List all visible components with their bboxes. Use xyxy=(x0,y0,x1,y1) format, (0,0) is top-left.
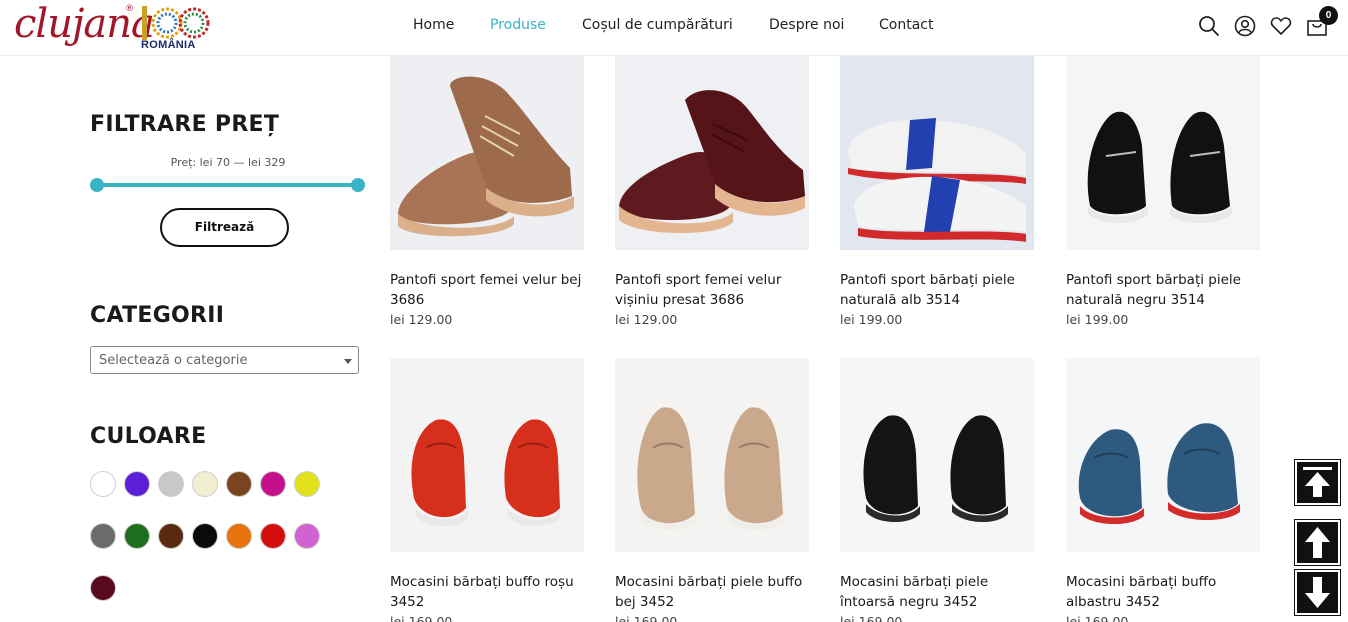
color-swatch[interactable] xyxy=(226,471,252,497)
product-name[interactable]: Mocasini bărbați piele întoarsă negru 34… xyxy=(840,572,1034,612)
arrow-down-icon xyxy=(1305,577,1330,608)
search-icon[interactable] xyxy=(1197,14,1221,38)
scroll-top-icon xyxy=(1303,467,1332,497)
product-card[interactable]: Mocasini bărbați piele întoarsă negru 34… xyxy=(840,358,1034,622)
color-swatch[interactable] xyxy=(260,523,286,549)
color-swatch[interactable] xyxy=(294,523,320,549)
color-swatch[interactable] xyxy=(124,471,150,497)
product-card[interactable]: Pantofi sport bărbați piele naturală neg… xyxy=(1066,56,1260,327)
nav-produse[interactable]: Produse xyxy=(490,17,546,33)
main-nav: Home Produse Coșul de cumpărături Despre… xyxy=(0,17,1348,37)
product-card[interactable]: Pantofi sport bărbați piele naturală alb… xyxy=(840,56,1034,327)
product-name[interactable]: Pantofi sport bărbați piele naturală alb… xyxy=(840,270,1034,310)
product-image[interactable] xyxy=(615,56,809,250)
categories-title: CATEGORII xyxy=(90,303,225,328)
product-image[interactable] xyxy=(840,358,1034,552)
dropdown-arrow-icon xyxy=(344,359,352,364)
price-slider-min-handle[interactable] xyxy=(90,178,104,192)
color-swatch[interactable] xyxy=(260,471,286,497)
price-filter-title: FILTRARE PREȚ xyxy=(90,112,280,137)
product-card[interactable]: Mocasini bărbați buffo roșu 3452 lei 169… xyxy=(390,358,584,622)
product-name[interactable]: Mocasini bărbați buffo roșu 3452 xyxy=(390,572,584,612)
color-swatch[interactable] xyxy=(90,575,116,601)
product-image[interactable] xyxy=(1066,358,1260,552)
price-range-label: Preț: lei 70 — lei 329 xyxy=(170,156,286,169)
product-image[interactable] xyxy=(1066,56,1260,250)
product-price: lei 169.00 xyxy=(390,614,453,622)
product-name[interactable]: Pantofi sport bărbați piele naturală neg… xyxy=(1066,270,1260,310)
product-name[interactable]: Mocasini bărbați buffo albastru 3452 xyxy=(1066,572,1260,612)
color-swatch[interactable] xyxy=(158,523,184,549)
color-filter-title: CULOARE xyxy=(90,424,207,449)
product-price: lei 169.00 xyxy=(1066,614,1129,622)
product-price: lei 199.00 xyxy=(1066,312,1129,327)
category-select-placeholder: Selectează o categorie xyxy=(99,353,248,368)
product-image[interactable] xyxy=(390,358,584,552)
product-price: lei 199.00 xyxy=(840,312,903,327)
site-header: clujana ® ROMÂNIA Home Produse Coșul de … xyxy=(0,0,1348,56)
color-swatch[interactable] xyxy=(90,471,116,497)
category-select[interactable]: Selectează o categorie xyxy=(90,346,359,374)
product-image[interactable] xyxy=(390,56,584,250)
scroll-up-button[interactable] xyxy=(1294,519,1341,566)
product-price: lei 129.00 xyxy=(390,312,453,327)
product-price: lei 169.00 xyxy=(615,614,678,622)
scroll-down-button[interactable] xyxy=(1294,569,1341,616)
nav-cos-cumparaturi[interactable]: Coșul de cumpărături xyxy=(582,17,733,33)
color-swatch[interactable] xyxy=(124,523,150,549)
price-slider-max-handle[interactable] xyxy=(351,178,365,192)
product-name[interactable]: Pantofi sport femei velur bej 3686 xyxy=(390,270,584,310)
arrow-up-icon xyxy=(1305,527,1330,558)
product-card[interactable]: Pantofi sport femei velur bej 3686 lei 1… xyxy=(390,56,584,327)
logo-country-text: ROMÂNIA xyxy=(141,39,196,51)
filter-button[interactable]: Filtrează xyxy=(160,208,289,247)
product-name[interactable]: Pantofi sport femei velur vișiniu presat… xyxy=(615,270,809,310)
nav-home[interactable]: Home xyxy=(413,17,454,33)
product-card[interactable]: Pantofi sport femei velur vișiniu presat… xyxy=(615,56,809,327)
account-icon[interactable] xyxy=(1233,14,1257,38)
logo-registered-mark: ® xyxy=(125,4,134,14)
price-slider-track[interactable] xyxy=(97,183,359,187)
cart-count-badge: 0 xyxy=(1319,6,1338,25)
scroll-to-top-button[interactable] xyxy=(1294,459,1341,506)
product-card[interactable]: Mocasini bărbați piele buffo bej 3452 le… xyxy=(615,358,809,622)
color-swatch[interactable] xyxy=(294,471,320,497)
color-swatch[interactable] xyxy=(90,523,116,549)
product-name[interactable]: Mocasini bărbați piele buffo bej 3452 xyxy=(615,572,809,612)
product-image[interactable] xyxy=(840,56,1034,250)
color-swatch[interactable] xyxy=(192,523,218,549)
product-card[interactable]: Mocasini bărbați buffo albastru 3452 lei… xyxy=(1066,358,1260,622)
color-swatch[interactable] xyxy=(226,523,252,549)
nav-contact[interactable]: Contact xyxy=(879,17,933,33)
product-price: lei 169.00 xyxy=(840,614,903,622)
color-swatch[interactable] xyxy=(158,471,184,497)
product-image[interactable] xyxy=(615,358,809,552)
product-price: lei 129.00 xyxy=(615,312,678,327)
nav-despre-noi[interactable]: Despre noi xyxy=(769,17,844,33)
color-swatch[interactable] xyxy=(192,471,218,497)
wishlist-heart-icon[interactable] xyxy=(1269,14,1293,38)
